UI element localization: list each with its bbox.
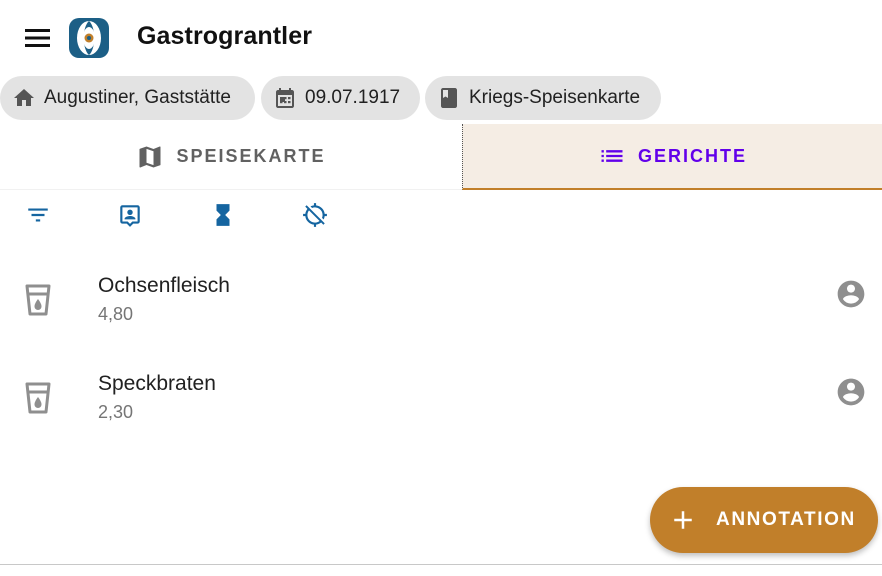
calendar-icon bbox=[273, 86, 297, 110]
list-item[interactable]: Ochsenfleisch 4,80 bbox=[0, 250, 882, 348]
cup-icon bbox=[22, 282, 54, 318]
dish-name: Ochsenfleisch bbox=[98, 274, 230, 297]
list-item[interactable]: Speckbraten 2,30 bbox=[0, 348, 882, 446]
filter-icon[interactable] bbox=[25, 202, 51, 228]
home-icon bbox=[12, 86, 36, 110]
app-window: Gastrograntler Augustiner, Gaststätte 09… bbox=[0, 0, 882, 576]
dish-name: Speckbraten bbox=[98, 372, 216, 395]
dish-price: 2,30 bbox=[98, 402, 134, 422]
tab-speisekarte-label: SPEISEKARTE bbox=[176, 146, 326, 166]
menu-icon[interactable] bbox=[24, 26, 52, 50]
chip-menu-card[interactable]: Kriegs-Speisenkarte bbox=[425, 76, 661, 120]
tab-bar: SPEISEKARTE GERICHTE bbox=[0, 124, 882, 190]
book-icon bbox=[437, 86, 461, 110]
hourglass-icon[interactable] bbox=[210, 202, 236, 228]
bottom-divider bbox=[0, 564, 882, 565]
chip-date[interactable]: 09.07.1917 bbox=[261, 76, 420, 120]
account-circle-icon[interactable] bbox=[835, 376, 867, 408]
list-icon bbox=[598, 142, 626, 170]
filter-toolbar bbox=[0, 196, 882, 236]
chip-location[interactable]: Augustiner, Gaststätte bbox=[0, 76, 255, 120]
map-icon bbox=[136, 143, 164, 171]
tab-speisekarte[interactable]: SPEISEKARTE bbox=[0, 124, 462, 190]
tab-gerichte-label: GERICHTE bbox=[637, 145, 747, 166]
tab-gerichte[interactable]: GERICHTE bbox=[462, 124, 882, 190]
chip-date-label: 09.07.1917 bbox=[305, 87, 401, 108]
gps-off-icon[interactable] bbox=[302, 202, 328, 228]
add-annotation-label: ANNOTATION bbox=[716, 509, 856, 530]
app-bar: Gastrograntler bbox=[0, 0, 882, 76]
chip-menu-label: Kriegs-Speisenkarte bbox=[469, 87, 641, 108]
app-logo-icon bbox=[68, 17, 110, 59]
add-annotation-button[interactable]: ANNOTATION bbox=[650, 487, 878, 553]
chip-location-label: Augustiner, Gaststätte bbox=[44, 87, 231, 108]
account-circle-icon[interactable] bbox=[835, 278, 867, 310]
badge-icon[interactable] bbox=[117, 202, 143, 228]
plus-icon bbox=[668, 505, 698, 535]
app-title: Gastrograntler bbox=[137, 22, 313, 50]
cup-icon bbox=[22, 380, 54, 416]
dish-price: 4,80 bbox=[98, 304, 134, 324]
